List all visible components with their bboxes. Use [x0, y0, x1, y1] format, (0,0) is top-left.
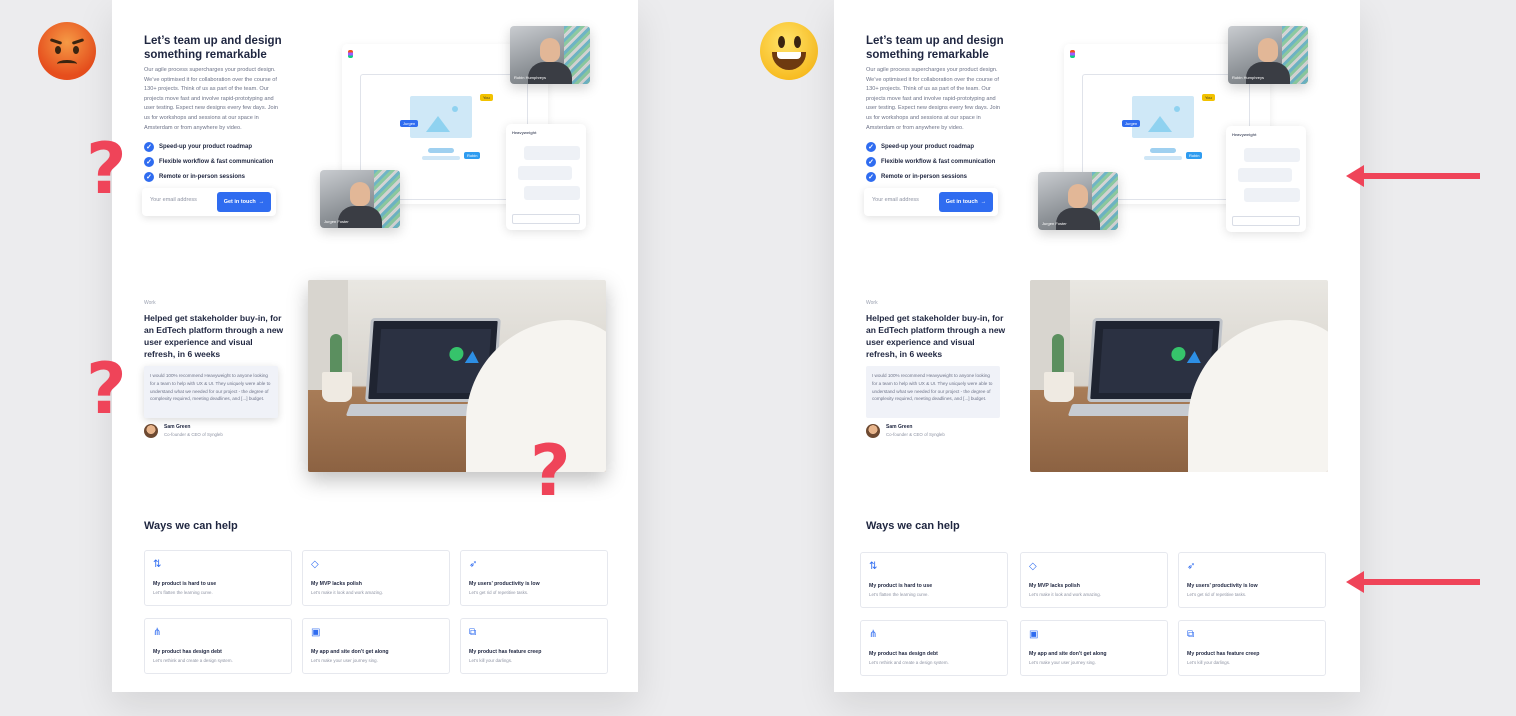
help-card[interactable]: ▣ My app and site don’t get along Let’s ma… [1020, 620, 1168, 676]
help-card[interactable]: ◇ My MVP lacks polish Let’s make it look a… [302, 550, 450, 606]
page-after: Let’s team up and design something remar… [834, 0, 1360, 692]
image-placeholder [1132, 96, 1194, 138]
get-in-touch-button[interactable]: Get in touch → [939, 192, 993, 212]
shapes-icon: ⧉ [469, 627, 477, 638]
help-card[interactable]: ⋔ My product has design debt Let’s rethink… [860, 620, 1008, 676]
work-title: Helped get stakeholder buy-in, for an Ed… [866, 313, 1006, 359]
cursor-tag: Jurgen [1122, 120, 1141, 127]
check-item: ✓ Flexible workflow & fast communication [866, 157, 995, 167]
angry-face-icon [38, 22, 96, 80]
rocket-icon: ➶ [469, 559, 478, 570]
hero-title: Let’s team up and design something remar… [144, 35, 282, 61]
testimonial-quote: I would 100% recommend Heavyweight to an… [144, 366, 278, 418]
chat-panel: Heavyweight [1226, 126, 1306, 232]
check-icon: ✓ [866, 157, 876, 167]
smiling-face-icon [760, 22, 818, 80]
shapes-icon: ⧉ [1187, 629, 1195, 640]
help-card[interactable]: ⧉ My product has feature creep Let’s kill … [460, 618, 608, 674]
video-tile-top: Robin Humphreys [510, 26, 590, 84]
help-card[interactable]: ➶ My users’ productivity is low Let’s get … [460, 550, 608, 606]
nodes-icon: ⋔ [153, 627, 162, 638]
chat-title: Heavyweight [1232, 132, 1257, 137]
question-mark-icon: ? [86, 348, 127, 430]
help-card[interactable]: ▣ My app and site don’t get along Let’s ma… [302, 618, 450, 674]
hero-body: Our agile process supercharges your prod… [144, 67, 279, 131]
avatar [866, 424, 880, 438]
testimonial-quote: I would 100% recommend Heavyweight to an… [866, 366, 1000, 418]
chat-panel: Heavyweight [506, 124, 586, 230]
video-tile-bottom: Jurgen Foster [1038, 172, 1118, 230]
question-mark-icon: ? [86, 128, 127, 210]
arrow-right-icon: → [258, 199, 265, 205]
help-card[interactable]: ⇅ My product is hard to use Let’s flatten … [144, 550, 292, 606]
check-icon: ✓ [144, 157, 154, 167]
help-card[interactable]: ⧉ My product has feature creep Let’s kill … [1178, 620, 1326, 676]
check-icon: ✓ [866, 172, 876, 182]
arrows-icon: ⇅ [153, 559, 162, 570]
arrows-icon: ⇅ [869, 561, 878, 572]
work-label: Work [144, 300, 156, 306]
testimonial-author: Sam Green Co-founder & CEO of Syngleb [144, 424, 223, 438]
check-icon: ✓ [144, 172, 154, 182]
cursor-tag: You [480, 94, 493, 101]
rocket-icon: ➶ [1187, 561, 1196, 572]
comparison-stage: Let’s team up and design something remar… [0, 0, 1516, 716]
check-item: ✓ Speed-up your product roadmap [144, 142, 252, 152]
check-item: ✓ Remote or in-person sessions [144, 172, 245, 182]
arrow-right-icon: → [980, 199, 987, 205]
chat-input[interactable] [1232, 216, 1300, 226]
email-placeholder: Your email address [150, 197, 197, 203]
video-tile-top: Robin Humphreys [1228, 26, 1308, 84]
help-card[interactable]: ⇅ My product is hard to use Let’s flatten … [860, 552, 1008, 608]
case-study-photo [1030, 280, 1328, 472]
check-item: ✓ Flexible workflow & fast communication [144, 157, 273, 167]
check-item: ✓ Speed-up your product roadmap [866, 142, 974, 152]
help-card[interactable]: ◇ My MVP lacks polish Let’s make it look a… [1020, 552, 1168, 608]
check-icon: ✓ [144, 142, 154, 152]
cursor-tag: Jurgen [400, 120, 419, 127]
check-icon: ✓ [866, 142, 876, 152]
nodes-icon: ⋔ [869, 629, 878, 640]
page-before: Let’s team up and design something remar… [112, 0, 638, 692]
question-mark-icon: ? [530, 430, 571, 512]
work-title: Helped get stakeholder buy-in, for an Ed… [144, 313, 284, 359]
layout-icon: ▣ [311, 627, 321, 638]
ways-title: Ways we can help [144, 520, 238, 532]
email-field[interactable]: Your email address Get in touch → [864, 188, 998, 216]
diamond-icon: ◇ [1029, 561, 1037, 572]
email-placeholder: Your email address [872, 197, 919, 203]
chat-title: Heavyweight [512, 130, 537, 135]
avatar [144, 424, 158, 438]
arrow-left-icon [1346, 165, 1480, 187]
cursor-tag: Robin [464, 152, 481, 159]
help-card[interactable]: ⋔ My product has design debt Let’s rethink… [144, 618, 292, 674]
layout-icon: ▣ [1029, 629, 1039, 640]
hero-body: Our agile process supercharges your prod… [866, 67, 1001, 131]
email-field[interactable]: Your email address Get in touch → [142, 188, 276, 216]
help-card[interactable]: ➶ My users’ productivity is low Let’s get … [1178, 552, 1326, 608]
image-placeholder [410, 96, 472, 138]
chat-input[interactable] [512, 214, 580, 224]
hero-title: Let’s team up and design something remar… [866, 35, 1004, 61]
work-label: Work [866, 300, 878, 306]
figma-icon [1070, 50, 1075, 58]
cursor-tag: You [1202, 94, 1215, 101]
figma-icon [348, 50, 353, 58]
arrow-left-icon [1346, 571, 1480, 593]
get-in-touch-button[interactable]: Get in touch → [217, 192, 271, 212]
testimonial-author: Sam Green Co-founder & CEO of Syngleb [866, 424, 945, 438]
video-tile-bottom: Jurgen Foster [320, 170, 400, 228]
diamond-icon: ◇ [311, 559, 319, 570]
check-item: ✓ Remote or in-person sessions [866, 172, 967, 182]
cursor-tag: Robin [1186, 152, 1203, 159]
ways-title: Ways we can help [866, 520, 960, 532]
